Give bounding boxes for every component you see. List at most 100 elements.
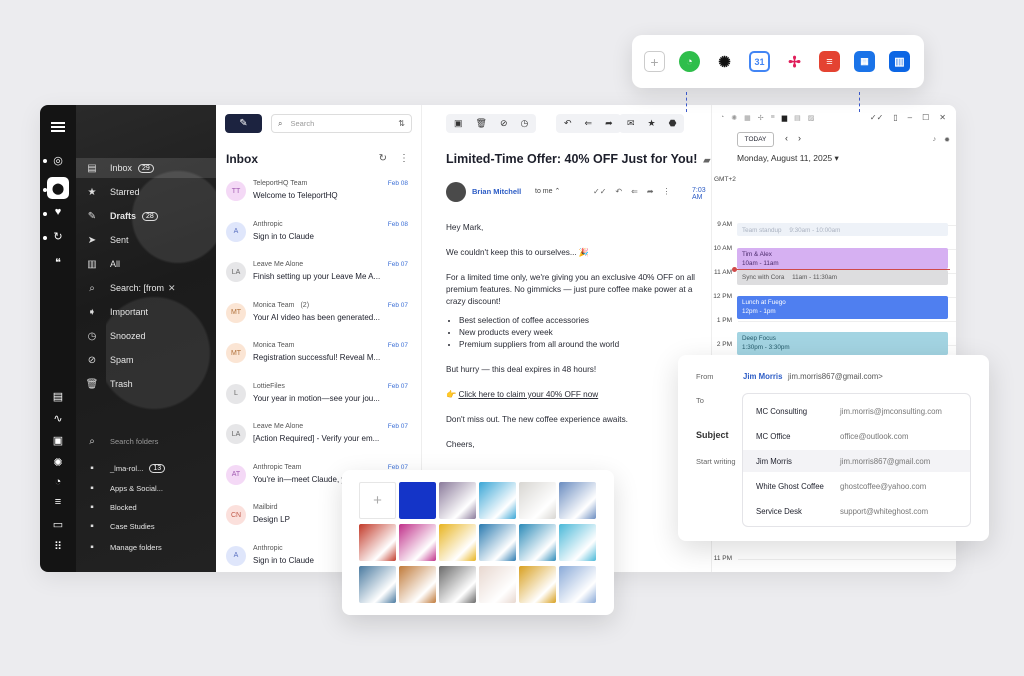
todoist-icon[interactable]: ≡ xyxy=(819,51,840,72)
quote-icon[interactable]: ❝ xyxy=(47,251,69,273)
trash-icon[interactable]: 🗑 xyxy=(476,118,487,129)
message-row[interactable]: A Anthropic Sign in to Claude Feb 08 xyxy=(216,216,414,254)
message-row[interactable]: L LottieFiles Your year in motion—see your… xyxy=(216,378,414,416)
contact-option[interactable]: MC Consulting jim.morris@jmconsulting.com xyxy=(743,400,970,422)
slack-icon[interactable]: ✢ xyxy=(758,114,764,122)
forward-icon[interactable]: ➦ xyxy=(647,187,654,196)
calendar-active-icon[interactable]: ▆ xyxy=(782,114,787,122)
image-thumbnail[interactable] xyxy=(479,566,516,603)
archive-icon[interactable]: ▣ xyxy=(454,118,463,129)
today-button[interactable]: TODAY xyxy=(737,132,774,147)
star-icon[interactable]: ★ xyxy=(648,118,656,129)
apps-icon[interactable]: ▣ xyxy=(47,429,69,451)
more-icon[interactable]: ⋮ xyxy=(399,153,409,164)
image-thumbnail[interactable] xyxy=(399,566,436,603)
contact-option[interactable]: Jim Morris jim.morris867@gmail.com xyxy=(743,450,970,473)
image-icon[interactable]: ▨ xyxy=(808,114,815,122)
label-icon[interactable]: ⬣ xyxy=(669,118,677,129)
mark-read-icon[interactable]: ✉ xyxy=(627,118,635,129)
reply-icon[interactable]: ↶ xyxy=(615,187,622,196)
image-thumbnail[interactable] xyxy=(359,524,396,561)
whatsapp-icon[interactable]: ◔ xyxy=(679,51,700,72)
calendar-event[interactable]: Deep Focus 1:30pm - 3:30pm xyxy=(737,332,948,355)
image-thumbnail[interactable] xyxy=(559,482,596,519)
block-icon[interactable]: ⊘ xyxy=(500,118,508,129)
chatgpt-icon[interactable]: ✺ xyxy=(714,51,735,72)
image-thumbnail[interactable] xyxy=(559,524,596,561)
image-thumbnail[interactable] xyxy=(519,566,556,603)
subfolder-item[interactable]: ▪ _lma-rol... 13 xyxy=(84,458,214,478)
folder-inbox[interactable]: ▤ Inbox 29 xyxy=(76,158,216,178)
snooze-icon[interactable]: ◷ xyxy=(521,118,529,129)
image-thumbnail[interactable] xyxy=(397,480,438,521)
grid-icon[interactable]: ⠿ xyxy=(47,535,69,557)
message-row[interactable]: TT TeleportHQ Team Welcome to TeleportHQ Fe… xyxy=(216,175,414,213)
account-icon[interactable]: ⬤ xyxy=(47,177,69,199)
image-thumbnail[interactable] xyxy=(439,524,476,561)
folder-search-from[interactable]: ⌕ Search: [from ✕ xyxy=(84,278,214,298)
image-thumbnail[interactable] xyxy=(519,524,556,561)
menu-icon[interactable] xyxy=(51,122,65,132)
whatsapp-icon[interactable]: ◔ xyxy=(47,471,69,493)
from-name[interactable]: Jim Morris xyxy=(743,372,782,381)
from-email[interactable]: jim.morris867@gmail.com> xyxy=(788,372,883,381)
checks-icon[interactable]: ✓✓ xyxy=(870,113,883,122)
folder-starred[interactable]: ★ Starred xyxy=(84,182,214,202)
calendar-date-selector[interactable]: Monday, August 11, 2025 ▾ xyxy=(737,153,839,164)
more-icon[interactable]: ⋮ xyxy=(663,187,671,196)
forward-icon[interactable]: ➦ xyxy=(605,118,613,129)
compose-button[interactable]: ✎ xyxy=(225,114,262,133)
chatgpt-icon[interactable]: ✺ xyxy=(47,451,69,473)
body-placeholder[interactable]: Start writing xyxy=(696,457,736,466)
image-thumbnail[interactable] xyxy=(479,524,516,561)
message-row[interactable]: MT Monica Team Registration successful! Re… xyxy=(216,337,414,375)
close-icon[interactable]: ✕ xyxy=(168,283,176,294)
image-thumbnail[interactable] xyxy=(559,566,596,603)
gear-icon[interactable]: ✹ xyxy=(944,136,950,144)
contact-option[interactable]: White Ghost Coffee ghostcoffee@yahoo.com xyxy=(743,476,970,498)
calendar-event[interactable]: Tim & Alex 10am - 11am xyxy=(737,248,948,269)
reply-all-icon[interactable]: ⇐ xyxy=(631,187,638,196)
folder-tag-icon[interactable]: ▰ xyxy=(703,155,710,165)
calendar-event[interactable]: Team standup 9:30am - 10:00am xyxy=(737,223,948,236)
image-thumbnail[interactable] xyxy=(479,482,516,519)
add-app-button[interactable]: + xyxy=(644,51,665,72)
notes-icon[interactable]: ▤ xyxy=(47,385,69,407)
keyboard-icon[interactable]: ▭ xyxy=(47,513,69,535)
folder-spam[interactable]: ⊘ Spam xyxy=(84,350,214,370)
image-thumbnail[interactable] xyxy=(399,524,436,561)
chevron-right-icon[interactable]: › xyxy=(798,133,801,143)
slack-icon[interactable]: ✢ xyxy=(784,51,805,72)
folder-snoozed[interactable]: ◷ Snoozed xyxy=(84,326,214,346)
folder-sent[interactable]: ➤ Sent xyxy=(84,230,214,250)
bell-icon[interactable]: ♪ xyxy=(933,136,937,144)
recipient-toggle[interactable]: to me ⌃ xyxy=(535,187,560,195)
add-image-button[interactable]: + xyxy=(359,482,396,519)
maximize-icon[interactable]: ☐ xyxy=(922,113,929,122)
subfolder-item[interactable]: ▪ Blocked xyxy=(84,497,214,517)
account-icon[interactable]: ♥ xyxy=(47,201,69,223)
trello-icon[interactable]: ▥ xyxy=(889,51,910,72)
account-icon[interactable]: ◎ xyxy=(47,149,69,171)
refresh-icon[interactable]: ↻ xyxy=(379,153,387,164)
whatsapp-icon[interactable]: ◔ xyxy=(720,114,724,122)
chevron-left-icon[interactable]: ‹ xyxy=(785,133,788,143)
todoist-icon[interactable]: ≡ xyxy=(771,114,775,122)
claim-offer-link[interactable]: Click here to claim your 40% OFF now xyxy=(458,390,598,399)
todoist-icon[interactable]: ≡ xyxy=(47,491,69,513)
folder-important[interactable]: ➧ Important xyxy=(84,302,214,322)
image-thumbnail[interactable] xyxy=(439,566,476,603)
folder-search[interactable]: ⌕ Search folders xyxy=(84,431,214,451)
calendar-event[interactable]: Lunch at Fuego 12pm - 1pm xyxy=(737,296,948,319)
image-thumbnail[interactable] xyxy=(439,482,476,519)
calendar-icon[interactable]: ▦ xyxy=(744,114,751,122)
filter-icon[interactable]: ⇅ xyxy=(398,119,405,128)
message-row[interactable]: LA Leave Me Alone [Action Required] - Veri… xyxy=(216,418,414,456)
subfolder-item[interactable]: ▪ Apps & Social... xyxy=(84,478,214,498)
trello-icon[interactable]: ▤ xyxy=(794,114,801,122)
calendar-icon[interactable]: ▦ xyxy=(854,51,875,72)
folder-drafts[interactable]: ✎ Drafts 28 xyxy=(84,206,214,226)
subfolder-item[interactable]: ▪ Manage folders xyxy=(84,537,214,557)
subfolder-item[interactable]: ▪ Case Studies xyxy=(84,516,214,536)
reply-all-icon[interactable]: ⇐ xyxy=(585,118,593,129)
